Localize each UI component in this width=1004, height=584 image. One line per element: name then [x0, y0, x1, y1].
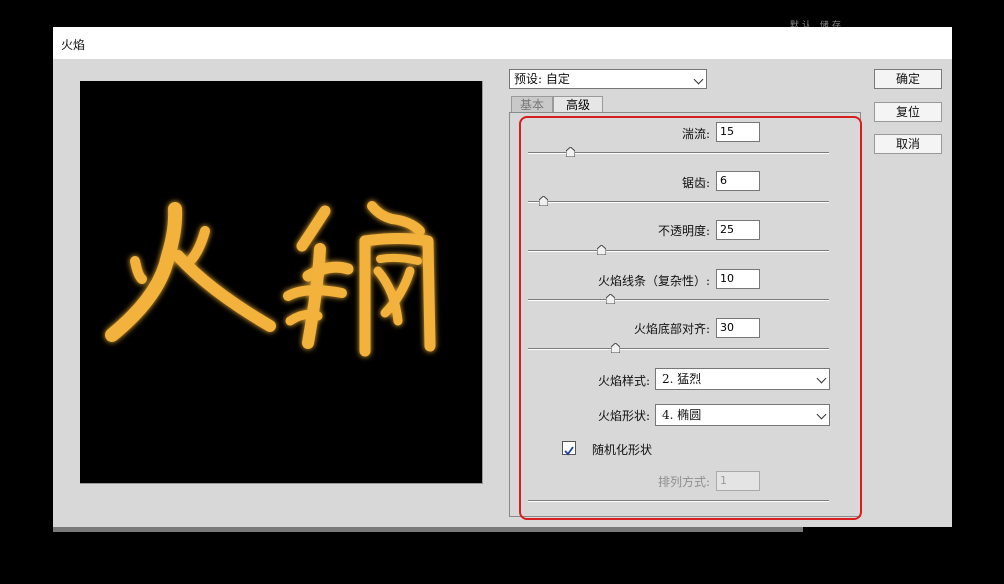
flame-preview-image — [105, 201, 436, 357]
reset-button[interactable]: 复位 — [874, 102, 942, 122]
ok-button[interactable]: 确定 — [874, 69, 942, 89]
flame-preview — [80, 81, 483, 484]
bottom-strip — [53, 527, 803, 532]
preset-select[interactable]: 预设: 自定 — [509, 69, 707, 89]
highlight-box — [519, 116, 862, 520]
tab-advanced[interactable]: 高级 — [553, 96, 603, 113]
chevron-down-icon — [693, 74, 704, 85]
tab-basic[interactable]: 基本 — [511, 96, 553, 113]
title-bar: 火焰 — [53, 27, 952, 59]
window-title: 火焰 — [61, 38, 86, 52]
preset-value: 自定 — [545, 72, 570, 86]
preset-label: 预设: — [514, 72, 543, 86]
cancel-button[interactable]: 取消 — [874, 134, 942, 154]
